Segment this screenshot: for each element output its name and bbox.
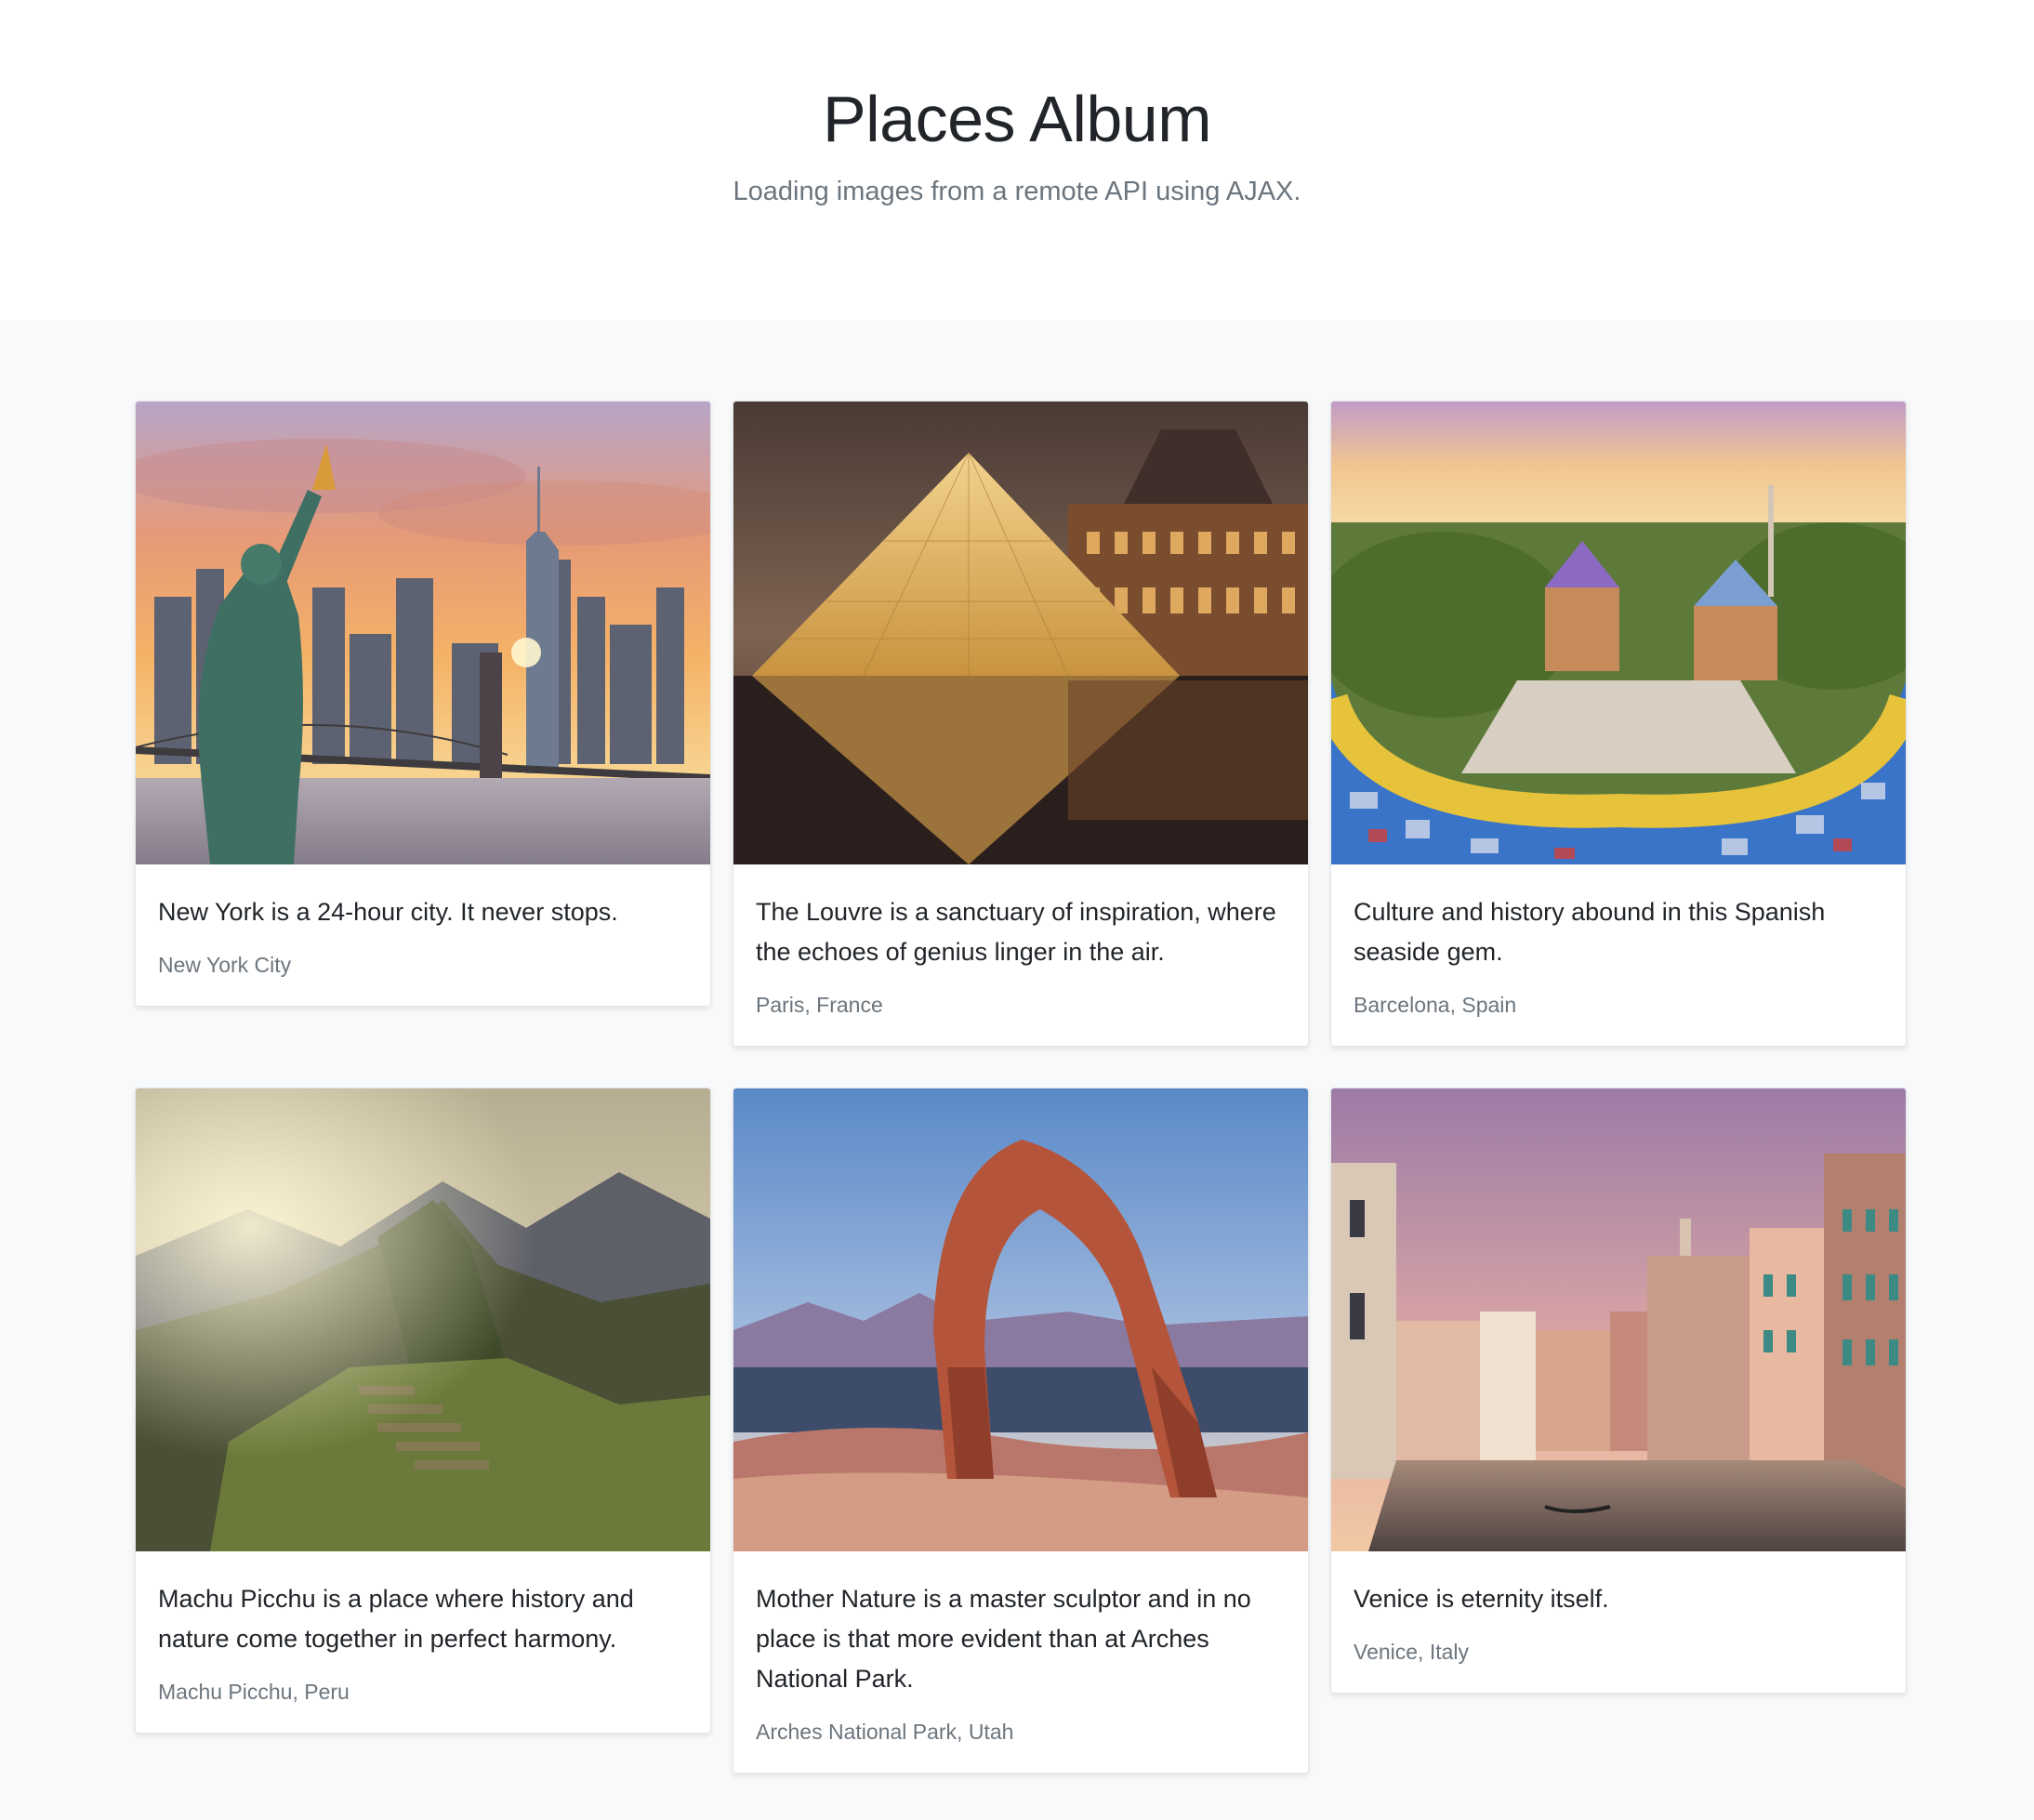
card-description: Mother Nature is a master sculptor and i… (756, 1585, 1251, 1693)
card-description: New York is a 24-hour city. It never sto… (158, 898, 618, 926)
card-description: Venice is eternity itself. (1354, 1585, 1609, 1613)
card-description: The Louvre is a sanctuary of inspiration… (756, 898, 1276, 966)
card-location: Venice, Italy (1354, 1640, 1470, 1664)
venice-grand-canal-photo (1331, 1088, 1906, 1551)
machu-picchu-photo (136, 1088, 710, 1551)
card-location: Paris, France (756, 993, 883, 1017)
page-title: Places Album (822, 83, 1212, 155)
place-card[interactable]: The Louvre is a sanctuary of inspiration… (733, 401, 1309, 1047)
delicate-arch-photo (733, 1088, 1308, 1551)
card-location: New York City (158, 953, 292, 977)
place-card[interactable]: Machu Picchu is a place where history an… (135, 1088, 711, 1734)
card-description: Machu Picchu is a place where history an… (158, 1585, 634, 1653)
louvre-pyramid-photo (733, 402, 1308, 864)
card-location: Arches National Park, Utah (756, 1720, 1014, 1744)
statue-of-liberty-skyline-photo (136, 402, 710, 864)
card-description: Culture and history abound in this Spani… (1354, 898, 1826, 966)
park-guell-photo (1331, 402, 1906, 864)
page-subtitle: Loading images from a remote API using A… (733, 177, 1301, 206)
place-card[interactable]: Mother Nature is a master sculptor and i… (733, 1088, 1309, 1774)
place-card[interactable]: Culture and history abound in this Spani… (1330, 401, 1907, 1047)
place-card[interactable]: Venice is eternity itself. Venice, Italy (1330, 1088, 1907, 1694)
card-location: Barcelona, Spain (1354, 993, 1517, 1017)
header-section: Places Album Loading images from a remot… (0, 0, 2034, 321)
card-location: Machu Picchu, Peru (158, 1680, 350, 1704)
place-card[interactable]: New York is a 24-hour city. It never sto… (135, 401, 711, 1007)
